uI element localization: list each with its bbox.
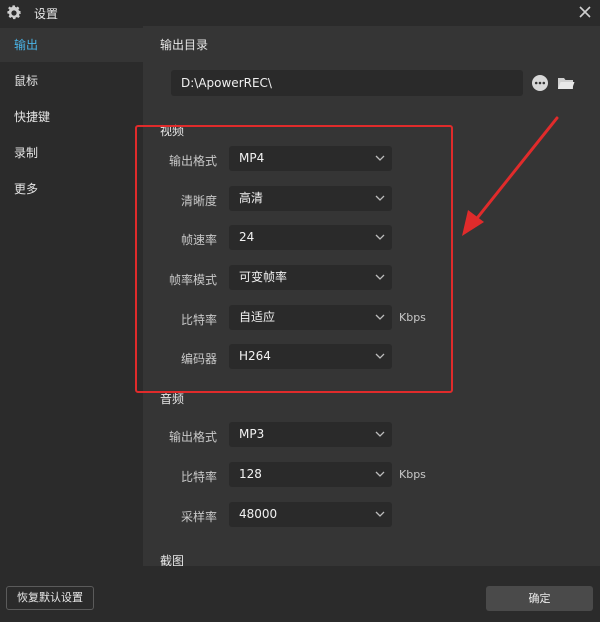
audio-bitrate-value: 128 bbox=[239, 467, 262, 481]
sidebar-item-record[interactable]: 录制 bbox=[0, 136, 143, 170]
audio-section-title: 音频 bbox=[160, 392, 185, 406]
audio-samplerate-label: 采样率 bbox=[180, 510, 217, 524]
sidebar-item-mouse[interactable]: 鼠标 bbox=[0, 64, 143, 98]
video-frame-mode-value: 可变帧率 bbox=[239, 270, 288, 284]
output-path-field[interactable]: D:\ApowerREC\ bbox=[171, 70, 523, 96]
reset-defaults-button[interactable]: 恢复默认设置 bbox=[6, 586, 94, 610]
video-framerate-select[interactable]: 24 bbox=[229, 225, 392, 250]
chevron-down-icon bbox=[375, 511, 385, 517]
folder-icon[interactable] bbox=[557, 74, 575, 92]
gear-icon bbox=[7, 5, 22, 20]
video-quality-select[interactable]: 高清 bbox=[229, 186, 392, 211]
video-bitrate-value: 自适应 bbox=[239, 310, 276, 324]
chevron-down-icon bbox=[375, 431, 385, 437]
video-quality-value: 高清 bbox=[239, 191, 264, 205]
chevron-down-icon bbox=[375, 353, 385, 359]
audio-format-select[interactable]: MP3 bbox=[229, 422, 392, 447]
audio-bitrate-select[interactable]: 128 bbox=[229, 462, 392, 487]
video-framerate-label: 帧速率 bbox=[180, 233, 217, 247]
output-dir-title: 输出目录 bbox=[160, 38, 209, 52]
screenshot-section-title: 截图 bbox=[160, 554, 185, 566]
footer-bar: 恢复默认设置 确定 bbox=[0, 566, 600, 622]
video-quality-label: 清晰度 bbox=[180, 194, 217, 208]
chevron-down-icon bbox=[375, 274, 385, 280]
sidebar: 输出 鼠标 快捷键 录制 更多 bbox=[0, 26, 143, 566]
chevron-down-icon bbox=[375, 195, 385, 201]
video-format-value: MP4 bbox=[239, 151, 265, 165]
window-title: 设置 bbox=[34, 7, 59, 21]
close-icon[interactable] bbox=[576, 3, 594, 21]
video-bitrate-label: 比特率 bbox=[180, 313, 217, 327]
video-frame-mode-select[interactable]: 可变帧率 bbox=[229, 265, 392, 290]
audio-bitrate-label: 比特率 bbox=[180, 470, 217, 484]
video-frame-mode-label: 帧率模式 bbox=[168, 273, 217, 287]
video-encoder-label: 编码器 bbox=[180, 352, 217, 366]
video-framerate-value: 24 bbox=[239, 230, 255, 244]
audio-samplerate-value: 48000 bbox=[239, 507, 278, 521]
chevron-down-icon bbox=[375, 234, 385, 240]
video-bitrate-select[interactable]: 自适应 bbox=[229, 305, 392, 330]
ok-button[interactable]: 确定 bbox=[486, 586, 593, 611]
settings-panel: 输出目录 D:\ApowerREC\ 视频 输出格式 MP4 清晰度 高清 帧速… bbox=[143, 26, 600, 566]
audio-bitrate-unit: Kbps bbox=[399, 468, 426, 481]
audio-format-value: MP3 bbox=[239, 427, 265, 441]
audio-format-label: 输出格式 bbox=[168, 430, 217, 444]
video-encoder-value: H264 bbox=[239, 349, 271, 363]
video-format-select[interactable]: MP4 bbox=[229, 146, 392, 171]
video-encoder-select[interactable]: H264 bbox=[229, 344, 392, 369]
audio-samplerate-select[interactable]: 48000 bbox=[229, 502, 392, 527]
video-section-title: 视频 bbox=[160, 124, 185, 138]
sidebar-item-hotkeys[interactable]: 快捷键 bbox=[0, 100, 143, 134]
chevron-down-icon bbox=[375, 471, 385, 477]
video-format-label: 输出格式 bbox=[168, 154, 217, 168]
sidebar-item-output[interactable]: 输出 bbox=[0, 28, 143, 62]
more-icon[interactable] bbox=[531, 74, 549, 92]
title-bar: 设置 bbox=[0, 0, 600, 26]
chevron-down-icon bbox=[375, 314, 385, 320]
sidebar-item-more[interactable]: 更多 bbox=[0, 172, 143, 206]
video-bitrate-unit: Kbps bbox=[399, 311, 426, 324]
chevron-down-icon bbox=[375, 155, 385, 161]
